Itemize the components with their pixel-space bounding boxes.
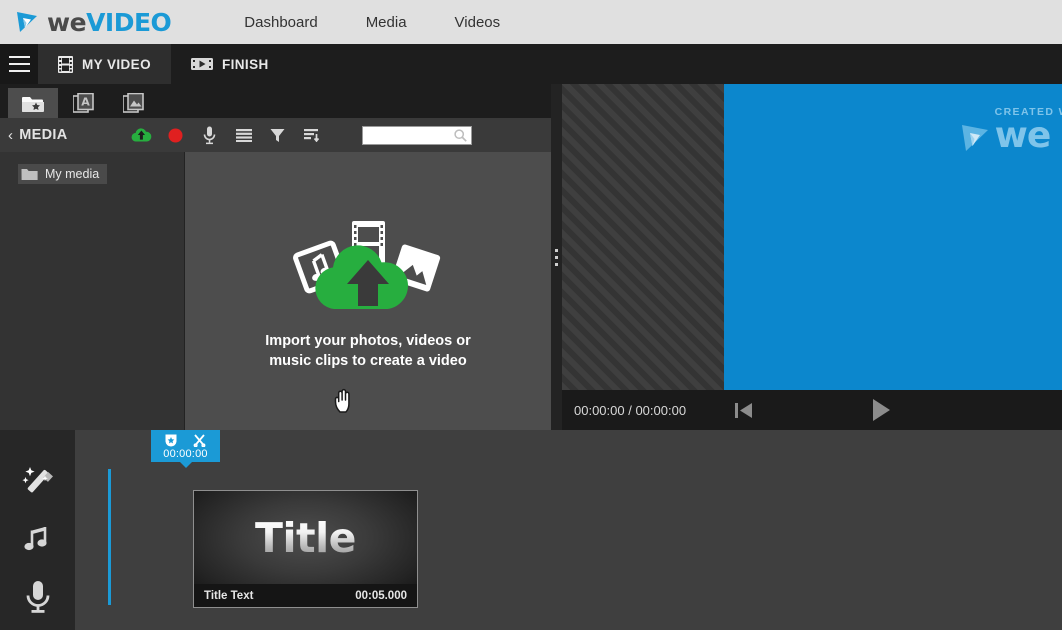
logo-video-text: VIDEO <box>86 7 172 37</box>
pointing-hand-cursor <box>334 388 350 413</box>
skip-to-start-button[interactable] <box>733 400 754 421</box>
logo-we-text: we <box>47 7 87 37</box>
logo-wordmark: weVIDEO <box>47 7 172 37</box>
media-tab-images[interactable] <box>108 88 158 118</box>
editor-workspace: A ‹ MEDIA My media Import your photos, v… <box>0 84 1062 430</box>
timeline: 00:00:00 Title Title Text 00:05.000 Drop… <box>0 430 1062 630</box>
preview-panel: CREATED W we 00:00:00 / 00:00:00 <box>562 84 1062 430</box>
editor-tab-bar: MY VIDEO FINISH <box>0 44 1062 84</box>
film-frame-icon <box>58 55 73 73</box>
sidebar-item-my-media[interactable]: My media <box>18 164 108 184</box>
timeline-tool-rail <box>0 430 75 630</box>
skip-back-icon <box>734 402 752 418</box>
upload-prompt-line2: music clips to create a video <box>269 352 467 369</box>
media-back-button[interactable]: ‹ MEDIA <box>8 127 68 144</box>
cloud-upload-icon[interactable] <box>125 118 159 152</box>
top-brand-bar: weVIDEO Dashboard Media Videos <box>0 0 1062 44</box>
preview-empty-stripes <box>562 84 724 390</box>
sidebar-item-my-media-label: My media <box>45 167 100 181</box>
nav-media[interactable]: Media <box>366 14 407 31</box>
search-icon <box>453 128 467 142</box>
wevideo-watermark: CREATED W we <box>959 106 1062 154</box>
media-search-box[interactable] <box>361 125 472 145</box>
bookmark-shield-icon[interactable] <box>165 434 177 447</box>
playhead-time-label: 00:00:00 <box>163 448 208 460</box>
playhead[interactable]: 00:00:00 <box>151 430 220 468</box>
tab-finish[interactable]: FINISH <box>171 44 289 84</box>
timeline-clip-title[interactable]: Title Title Text 00:05.000 <box>193 490 418 608</box>
folder-icon <box>21 168 38 180</box>
playhead-flag[interactable]: 00:00:00 <box>151 430 220 468</box>
media-folder-sidebar: My media <box>0 152 185 430</box>
preview-controls-bar: 00:00:00 / 00:00:00 <box>562 390 1062 430</box>
tab-finish-label: FINISH <box>221 56 269 72</box>
media-body: My media Import your photos, videos or m… <box>0 152 551 430</box>
clip-footer: Title Text 00:05.000 <box>194 584 417 607</box>
media-tool-group <box>125 118 329 152</box>
upload-prompt-line1: Import your photos, videos or <box>265 332 471 349</box>
hamburger-menu-icon[interactable] <box>0 44 38 84</box>
media-tab-my-files[interactable] <box>8 88 58 118</box>
play-triangle-icon <box>17 12 37 32</box>
watermark-logo-text: we <box>994 115 1052 156</box>
media-panel-tabs: A <box>0 84 551 118</box>
transport-controls <box>562 398 1062 422</box>
clip-duration: 00:05.000 <box>355 589 407 602</box>
magic-wand-icon <box>21 467 53 493</box>
microphone-icon[interactable] <box>193 118 227 152</box>
panel-resize-handle[interactable] <box>551 84 562 430</box>
media-panel: A ‹ MEDIA My media Import your photos, v… <box>0 84 551 430</box>
search-input[interactable] <box>366 129 454 141</box>
cloud-upload-illustration <box>293 220 441 309</box>
tab-my-video[interactable]: MY VIDEO <box>38 44 171 84</box>
drag-handle-dots <box>555 247 558 268</box>
scissors-icon[interactable] <box>193 433 206 447</box>
tab-my-video-label: MY VIDEO <box>82 56 151 72</box>
play-triangle-icon <box>961 125 988 151</box>
main-navigation: Dashboard Media Videos <box>244 14 500 31</box>
upload-prompt-text: Import your photos, videos or music clip… <box>265 331 470 371</box>
watermark-text: CREATED W we <box>994 106 1062 156</box>
media-toolbar: ‹ MEDIA <box>0 118 551 152</box>
clip-name: Title Text <box>204 589 254 602</box>
effects-tool[interactable] <box>16 452 60 510</box>
nav-dashboard[interactable]: Dashboard <box>244 14 317 31</box>
media-tab-text[interactable]: A <box>58 88 108 118</box>
music-note-icon <box>23 527 47 551</box>
svg-text:A: A <box>81 96 90 109</box>
chevron-left-icon: ‹ <box>8 126 14 144</box>
media-drop-area[interactable]: Import your photos, videos or music clip… <box>185 152 551 430</box>
nav-videos[interactable]: Videos <box>455 14 501 31</box>
text-card-icon: A <box>72 93 94 113</box>
playhead-notch <box>179 461 193 468</box>
voiceover-tool[interactable] <box>16 568 60 626</box>
filter-funnel-icon[interactable] <box>261 118 295 152</box>
play-button[interactable] <box>870 398 892 422</box>
preview-stage[interactable]: CREATED W we <box>562 84 1062 390</box>
wevideo-logo[interactable]: weVIDEO <box>14 7 172 37</box>
audio-tool[interactable] <box>16 510 60 568</box>
record-dot-icon[interactable] <box>159 118 193 152</box>
preview-video-surface: CREATED W we <box>724 84 1062 390</box>
sort-icon[interactable] <box>295 118 329 152</box>
list-view-icon[interactable] <box>227 118 261 152</box>
play-icon <box>872 399 890 421</box>
playhead-action-icons <box>151 433 220 447</box>
timeline-track-area[interactable]: 00:00:00 Title Title Text 00:05.000 Drop… <box>75 430 1062 630</box>
playhead-line <box>108 469 111 605</box>
image-card-icon <box>122 93 144 113</box>
folder-star-icon <box>22 96 44 112</box>
export-ticket-icon <box>190 57 213 71</box>
clip-thumbnail-text: Title <box>255 513 356 562</box>
microphone-icon <box>26 581 49 613</box>
clip-thumbnail: Title <box>194 491 417 584</box>
media-panel-title: MEDIA <box>19 127 68 143</box>
